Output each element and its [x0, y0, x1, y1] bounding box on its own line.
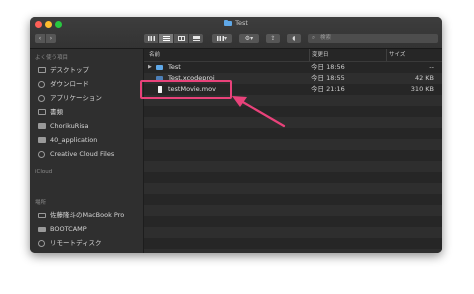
- window-title: Test: [30, 19, 442, 27]
- sidebar-item-remote-disc[interactable]: リモートディスク: [37, 237, 141, 249]
- sidebar-item-downloads[interactable]: ダウンロード: [37, 78, 141, 90]
- column-size[interactable]: サイズ: [386, 49, 405, 61]
- documents-icon: [38, 109, 46, 115]
- download-icon: [38, 80, 45, 88]
- sidebar-item-bootcamp[interactable]: BOOTCAMP: [37, 223, 141, 235]
- locations-header: 場所: [35, 200, 47, 206]
- annotation-highlight-box: [140, 80, 232, 99]
- sidebar-item-desktop[interactable]: デスクトップ: [37, 64, 141, 76]
- folder-icon: [156, 65, 163, 70]
- favorites-header: よく使う項目: [35, 55, 69, 61]
- group-icon: [216, 36, 224, 41]
- creative-cloud-icon: [38, 150, 45, 158]
- column-view-button[interactable]: [174, 34, 188, 43]
- sidebar-item-applications[interactable]: アプリケーション: [37, 92, 141, 104]
- disclosure-triangle-icon[interactable]: ▶: [148, 62, 152, 73]
- search-icon: ⌕: [312, 35, 316, 41]
- list-view-button[interactable]: [159, 34, 173, 43]
- file-row-test[interactable]: ▶ Test 今日 18:56 --: [144, 62, 442, 73]
- finder-window: Test ‹ › ▾ ⚙▾ ⇪ ◖ ⌕ 検索 よく使う項目 デスクトップ ダウン…: [30, 17, 442, 253]
- column-name[interactable]: 名前: [149, 49, 160, 61]
- gallery-view-icon: [192, 36, 200, 41]
- sidebar-item-chorikurisa[interactable]: ChorikuRisa: [37, 120, 141, 132]
- action-button[interactable]: ⚙▾: [239, 34, 259, 43]
- sidebar: よく使う項目 デスクトップ ダウンロード アプリケーション 書類 Choriku…: [30, 49, 144, 253]
- forward-button[interactable]: ›: [46, 34, 56, 43]
- disk-icon: [38, 227, 46, 232]
- folder-icon: [38, 123, 46, 129]
- folder-icon: [38, 137, 46, 143]
- gallery-view-button[interactable]: [189, 34, 203, 43]
- column-header: 名前 変更日 サイズ: [144, 49, 442, 62]
- search-placeholder: 検索: [320, 35, 332, 41]
- sidebar-item-documents[interactable]: 書類: [37, 106, 141, 118]
- column-view-icon: [177, 36, 185, 41]
- title-bar: Test ‹ › ▾ ⚙▾ ⇪ ◖ ⌕ 検索: [30, 17, 442, 49]
- tag-button[interactable]: ◖: [287, 34, 301, 43]
- sidebar-item-40-application[interactable]: 40_application: [37, 134, 141, 146]
- search-field[interactable]: ⌕ 検索: [308, 34, 438, 43]
- share-icon: ⇪: [270, 35, 276, 42]
- list-view-icon: [162, 36, 170, 41]
- group-button[interactable]: ▾: [212, 34, 232, 43]
- back-button[interactable]: ‹: [35, 34, 46, 43]
- tag-icon: ◖: [292, 35, 296, 42]
- icon-view-icon: [147, 36, 155, 41]
- desktop-icon: [38, 67, 46, 73]
- laptop-icon: [38, 212, 46, 218]
- folder-icon: [224, 19, 233, 26]
- icloud-header: iCloud: [35, 169, 53, 175]
- share-button[interactable]: ⇪: [266, 34, 280, 43]
- sidebar-item-creative-cloud[interactable]: Creative Cloud Files: [37, 148, 141, 160]
- icon-view-button[interactable]: [144, 34, 158, 43]
- remote-disc-icon: [38, 239, 45, 247]
- column-date[interactable]: 変更日: [309, 49, 329, 61]
- applications-icon: [38, 94, 45, 102]
- sidebar-item-macbook[interactable]: 佐藤隆斗のMacBook Pro: [37, 209, 141, 221]
